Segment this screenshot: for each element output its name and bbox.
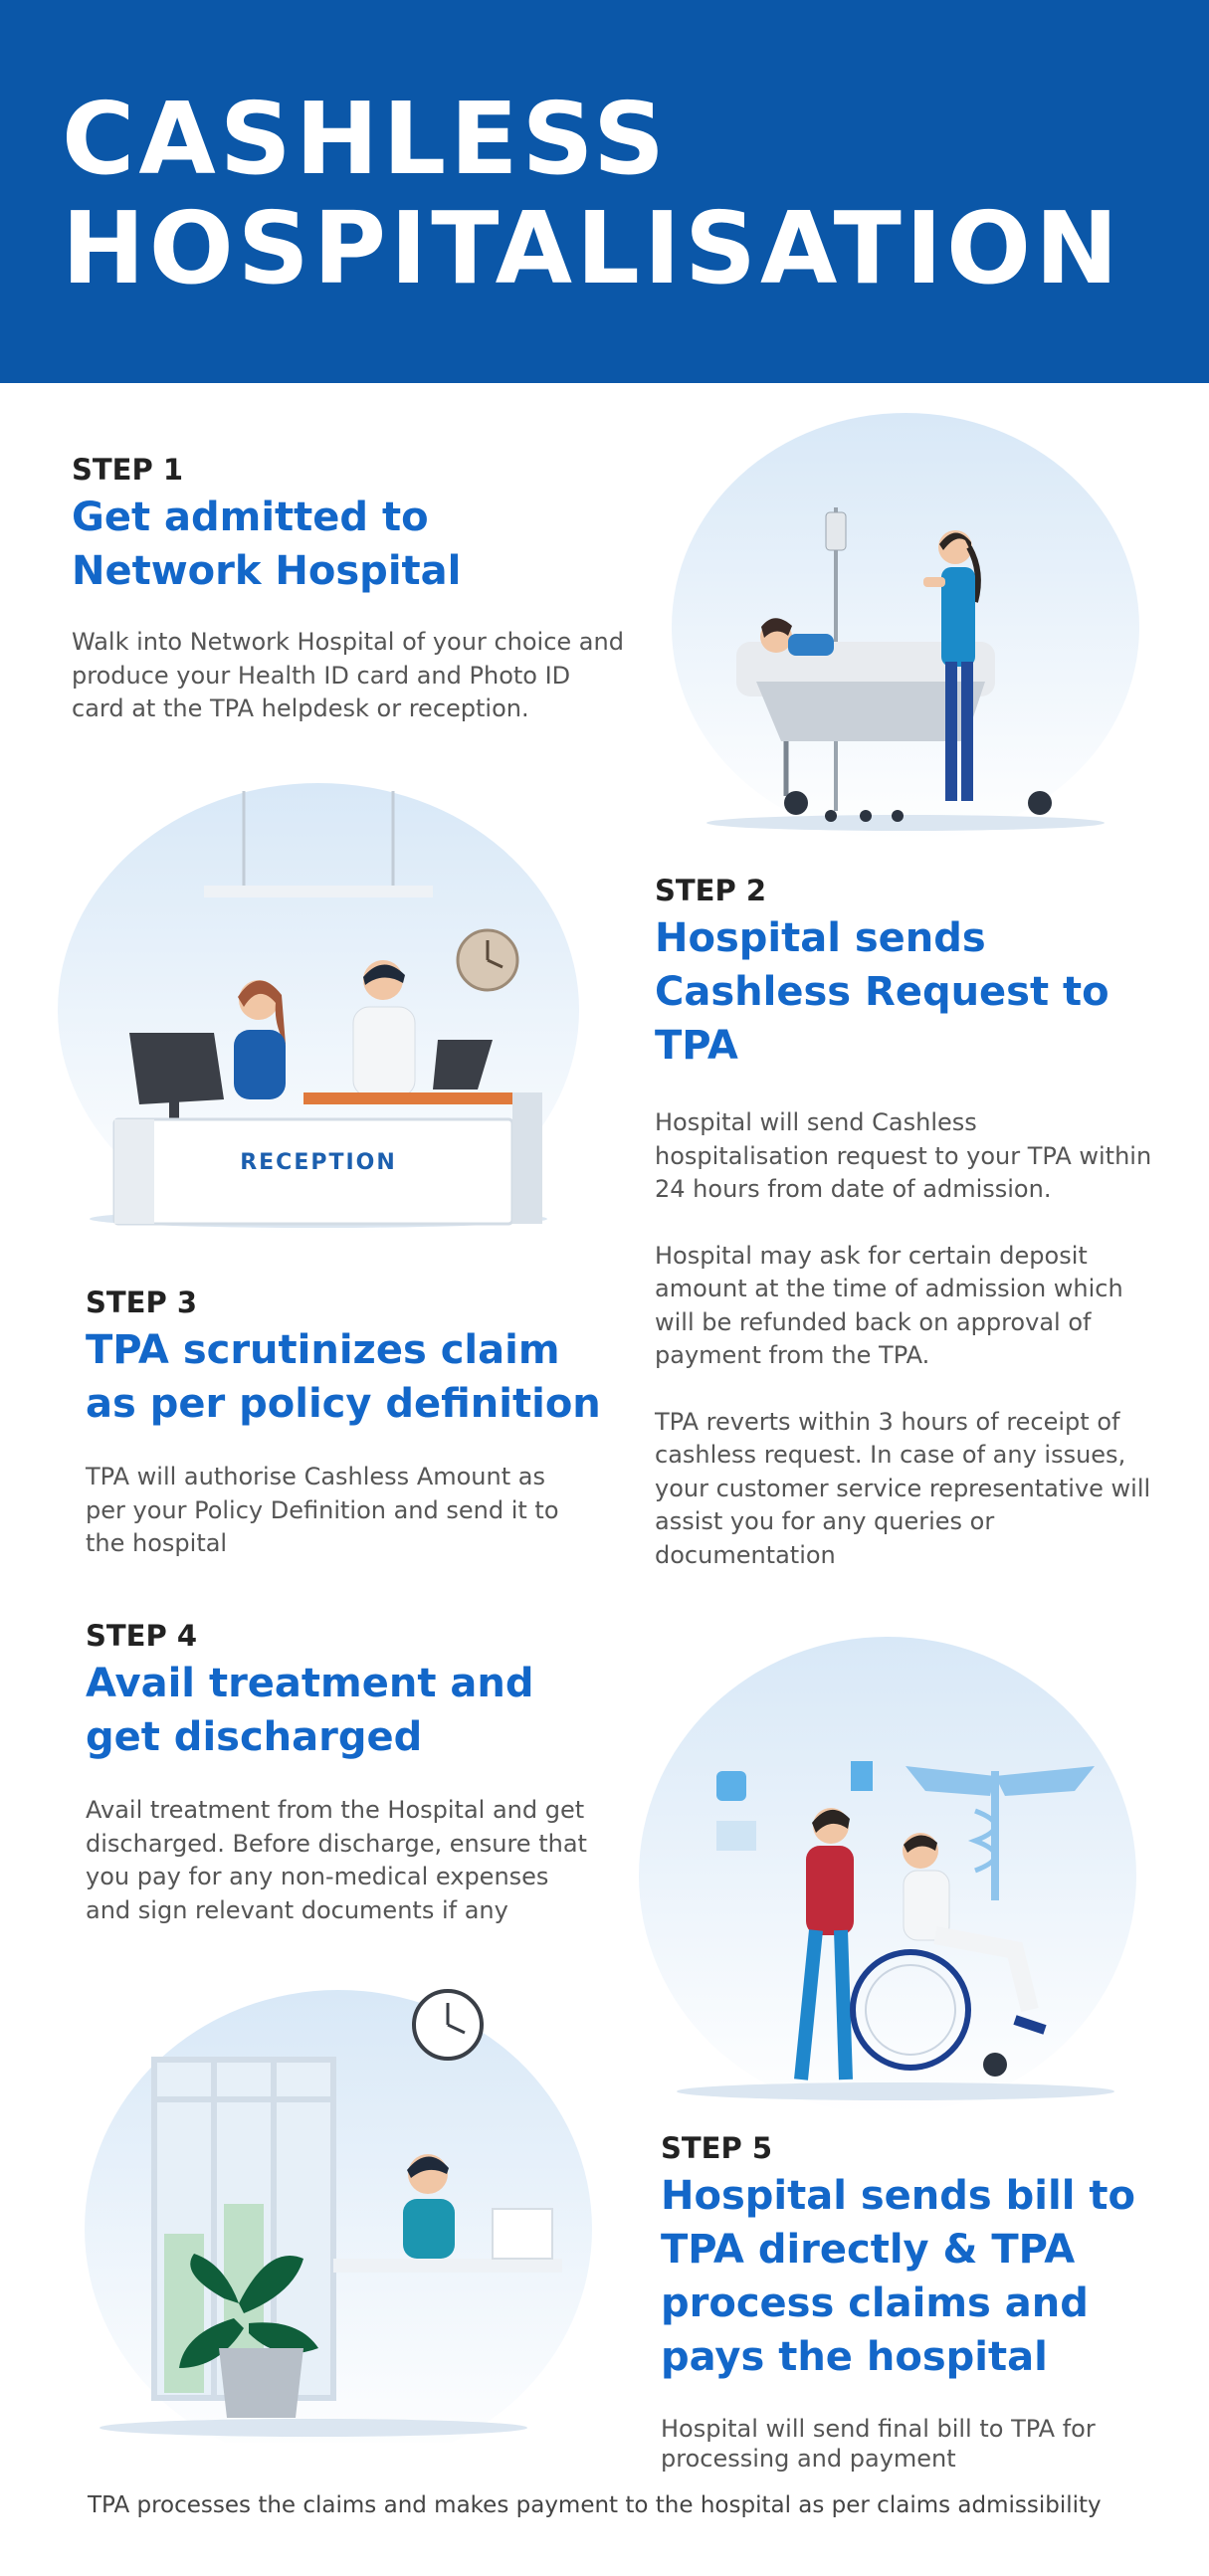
- step-2: STEP 2 Hospital sends Cashless Request t…: [655, 874, 1152, 1572]
- step-title: Hospital sends bill to TPA directly & TP…: [661, 2173, 1135, 2380]
- wheelchair-illustration: [637, 1632, 1139, 2114]
- step-label: STEP 1: [72, 453, 184, 487]
- step-title: TPA scrutinizes claim as per policy defi…: [86, 1327, 601, 1427]
- step-label: STEP 2: [655, 874, 767, 907]
- reception-sign: RECEPTION: [240, 1150, 397, 1175]
- reception-desk-illustration: RECEPTION: [55, 776, 582, 1237]
- hospital-bed-illustration: [667, 413, 1144, 841]
- step-description: Hospital will send final bill to TPA for…: [661, 2415, 1096, 2473]
- step-description: Hospital will send Cashless hospitalisat…: [655, 1108, 1152, 1203]
- header-banner: CASHLESS HOSPITALISATION: [0, 0, 1209, 383]
- step-description: TPA will authorise Cashless Amount as pe…: [86, 1463, 559, 1557]
- page-title-line-2: HOSPITALISATION: [62, 190, 1122, 306]
- office-desk-illustration: [85, 1975, 592, 2468]
- step-title: Hospital sends Cashless Request to TPA: [655, 915, 1109, 1069]
- step-title: Avail treatment and get discharged: [86, 1661, 534, 1760]
- step-4: STEP 4 Avail treatment and get discharge…: [86, 1619, 603, 1927]
- page-title: CASHLESS HOSPITALISATION: [62, 85, 1122, 303]
- step-3: STEP 3 TPA scrutinizes claim as per poli…: [86, 1286, 603, 1561]
- step-description: TPA reverts within 3 hours of receipt of…: [655, 1407, 1151, 1569]
- step-label: STEP 3: [86, 1286, 198, 1319]
- step-title: Get admitted to Network Hospital: [72, 495, 462, 594]
- step-description: Hospital may ask for certain deposit amo…: [655, 1241, 1123, 1370]
- step-label: STEP 5: [661, 2131, 773, 2165]
- step-description: Walk into Network Hospital of your choic…: [72, 628, 624, 722]
- footer-note: TPA processes the claims and makes payme…: [88, 2492, 1102, 2518]
- step-label: STEP 4: [86, 1619, 198, 1653]
- step-description: Avail treatment from the Hospital and ge…: [86, 1796, 587, 1924]
- step-5: STEP 5 Hospital sends bill to TPA direct…: [661, 2131, 1168, 2474]
- page-title-line-1: CASHLESS: [62, 81, 670, 197]
- step-1: STEP 1 Get admitted to Network Hospital …: [72, 453, 629, 726]
